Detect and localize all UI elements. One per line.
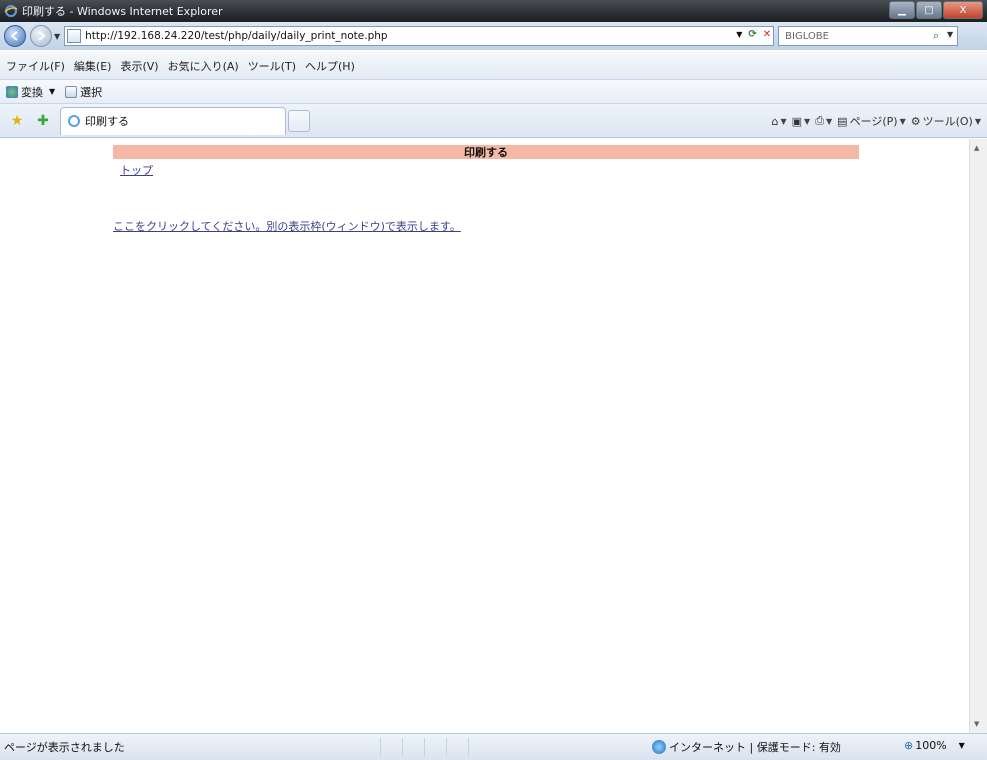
menu-tools[interactable]: ツール(T) [248, 58, 296, 74]
convert-icon [6, 85, 18, 98]
forward-icon [38, 31, 46, 41]
ie-icon [4, 5, 18, 17]
page-content: 印刷する トップ ここをクリックしてください。別の表示枠(ウィンドウ)で表示しま… [0, 139, 969, 733]
select-label: 選択 [80, 85, 103, 99]
scroll-down-icon[interactable]: ▼ [974, 720, 979, 728]
page-header-bar: 印刷する [113, 145, 859, 159]
new-tab-button[interactable] [288, 109, 310, 132]
zone-label: インターネット | 保護モード: 有効 [669, 741, 841, 754]
menu-file[interactable]: ファイル(F) [6, 58, 65, 74]
status-cell [402, 738, 424, 756]
status-cell [380, 738, 402, 756]
maximize-button[interactable]: □ [916, 1, 942, 19]
page-header-title: 印刷する [464, 146, 508, 159]
translate-toolbar: 変換 ▼ 選択 [0, 80, 987, 104]
select-button[interactable]: 選択 [65, 84, 102, 100]
refresh-icon[interactable]: ⟳ [748, 29, 756, 40]
status-cell [468, 738, 490, 756]
status-cell [446, 738, 468, 756]
address-tools: ▼ ⟳ ✕ [736, 29, 771, 40]
title-bar: 印刷する - Windows Internet Explorer ▁ □ X [0, 0, 987, 22]
minimize-button[interactable]: ▁ [889, 1, 915, 19]
feeds-button[interactable]: ▣ ▼ [792, 115, 811, 128]
tools-menu-label: ツール(O) [922, 115, 973, 128]
menu-edit[interactable]: 編集(E) [74, 58, 112, 74]
print-icon: ⎙ [815, 114, 824, 127]
feeds-icon: ▣ [791, 114, 803, 128]
window-title: 印刷する - Windows Internet Explorer [22, 5, 223, 18]
select-icon [65, 85, 78, 98]
home-icon: ⌂ [771, 114, 779, 128]
address-row: ▼ http://192.168.24.220/test/php/daily/d… [0, 22, 987, 50]
search-dropdown-icon[interactable]: ▼ [947, 30, 953, 39]
command-bar: ⌂ ▼ ▣ ▼ ⎙ ▼ ▤ ページ(P) ▼ ⚙ ツール(O) ▼ [771, 113, 981, 129]
favorites-star-icon[interactable]: ★ [8, 112, 26, 130]
window-controls: ▁ □ X [888, 1, 983, 19]
menu-help[interactable]: ヘルプ(H) [305, 58, 355, 74]
zoom-level: 100% [915, 739, 947, 752]
tab-print[interactable]: 印刷する [60, 106, 286, 135]
search-icon[interactable]: ⌕ [933, 29, 939, 43]
tools-menu-button[interactable]: ⚙ ツール(O) ▼ [911, 113, 981, 129]
page-icon [67, 29, 82, 43]
back-button[interactable] [4, 25, 26, 47]
back-icon [10, 31, 18, 41]
address-url[interactable]: http://192.168.24.220/test/php/daily/dai… [85, 30, 387, 42]
home-button[interactable]: ⌂ ▼ [771, 115, 786, 128]
status-message: ページが表示されました [4, 741, 125, 754]
page-menu-icon: ▤ [837, 114, 848, 128]
zoom-dropdown-icon[interactable]: ▼ [959, 741, 965, 750]
status-bar: ページが表示されました インターネット | 保護モード: 有効 ⊕ 100% ▼ [0, 733, 987, 760]
open-window-link[interactable]: ここをクリックしてください。別の表示枠(ウィンドウ)で表示します。 [113, 218, 461, 234]
convert-dropdown-icon[interactable]: ▼ [49, 87, 55, 96]
stop-icon[interactable]: ✕ [763, 29, 771, 40]
convert-button[interactable]: 変換 ▼ [6, 84, 55, 100]
status-cells [380, 738, 490, 756]
menu-bar: ファイル(F) 編集(E) 表示(V) お気に入り(A) ツール(T) ヘルプ(… [0, 52, 987, 80]
zoom-icon: ⊕ [904, 739, 914, 752]
add-favorites-icon[interactable]: ✚ [34, 112, 52, 130]
address-dropdown-icon[interactable]: ▼ [736, 30, 742, 39]
forward-button[interactable] [30, 25, 52, 47]
tab-ie-icon [68, 115, 80, 127]
menu-view[interactable]: 表示(V) [120, 58, 158, 74]
close-button[interactable]: X [943, 1, 983, 19]
menu-favorites[interactable]: お気に入り(A) [168, 58, 239, 74]
search-provider: BIGLOBE [785, 30, 829, 42]
address-bar[interactable]: http://192.168.24.220/test/php/daily/dai… [64, 26, 775, 46]
search-input[interactable]: BIGLOBE ⌕ ▼ [778, 26, 959, 46]
history-dropdown-icon[interactable]: ▼ [54, 32, 60, 41]
top-link[interactable]: トップ [120, 162, 153, 178]
zoom-control[interactable]: ⊕ 100% ▼ [904, 739, 965, 752]
print-button[interactable]: ⎙ ▼ [815, 114, 832, 128]
convert-label: 変換 [21, 85, 43, 99]
internet-zone-icon [652, 740, 666, 754]
page-menu-label: ページ(P) [849, 115, 898, 128]
status-cell [424, 738, 446, 756]
tools-gear-icon: ⚙ [910, 114, 921, 128]
security-zone[interactable]: インターネット | 保護モード: 有効 [652, 739, 841, 755]
page-menu-button[interactable]: ▤ ページ(P) ▼ [837, 113, 906, 129]
vertical-scrollbar[interactable]: ▲ ▼ [969, 139, 987, 733]
scroll-up-icon[interactable]: ▲ [974, 144, 979, 152]
tab-label: 印刷する [85, 115, 129, 128]
tab-bar: ★ ✚ 印刷する ⌂ ▼ ▣ ▼ ⎙ ▼ ▤ ページ(P) ▼ ⚙ ツール(O) ▼ [0, 104, 987, 138]
